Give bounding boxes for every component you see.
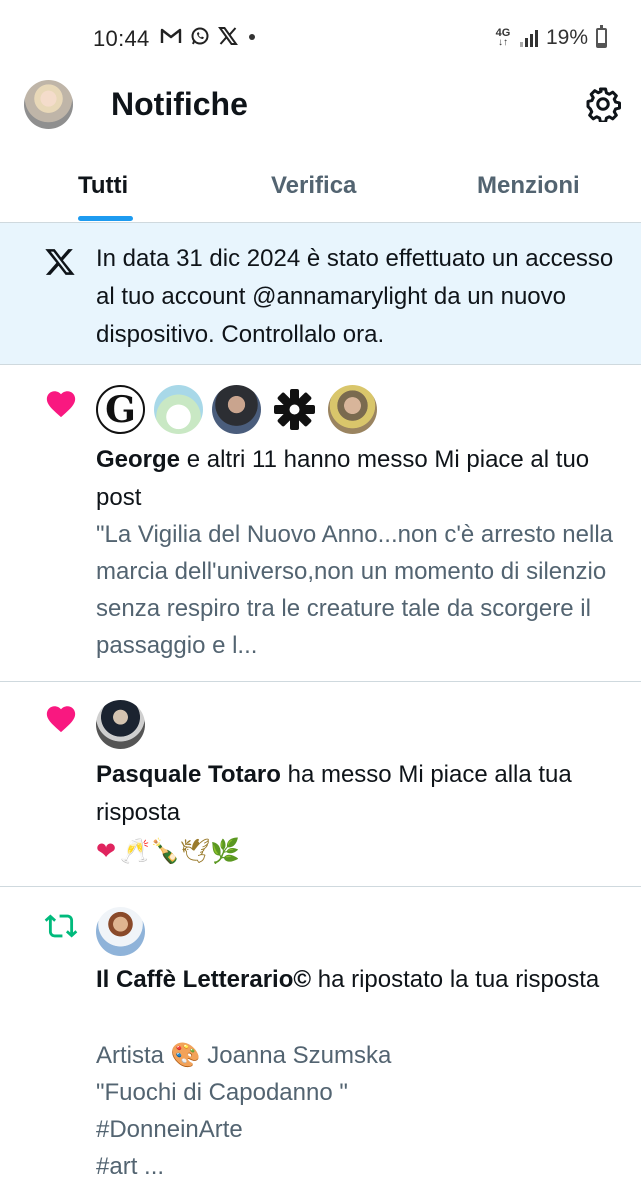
battery-icon bbox=[596, 25, 607, 48]
notification-tabs: Tutti Verifica Menzioni bbox=[0, 160, 641, 223]
avatar[interactable] bbox=[212, 385, 261, 434]
avatar[interactable] bbox=[96, 907, 145, 956]
actor-name[interactable]: Pasquale Totaro bbox=[96, 761, 281, 788]
notification-item[interactable]: Pasquale Totaro ha messo Mi piace alla t… bbox=[0, 682, 641, 887]
avatar[interactable]: G bbox=[96, 385, 145, 434]
tab-tutti[interactable]: Tutti bbox=[78, 172, 128, 200]
preview-line: Artista 🎨 Joanna Szumska bbox=[96, 1042, 392, 1069]
profile-avatar[interactable] bbox=[24, 80, 73, 129]
avatar[interactable] bbox=[328, 385, 377, 434]
preview-line: #DonneinArte bbox=[96, 1116, 243, 1143]
action-text: ha ripostato la tua risposta bbox=[311, 966, 600, 993]
battery-percent: 19% bbox=[545, 26, 588, 49]
status-time: 10:44 bbox=[93, 26, 150, 51]
app-header: Notifiche bbox=[0, 78, 641, 134]
notification-item[interactable]: G George e altri 11 hanno messo Mi piace… bbox=[0, 365, 641, 682]
banner-text: In data 31 dic 2024 è stato effettuato u… bbox=[96, 245, 614, 348]
preview-line: #art ... bbox=[96, 1153, 165, 1180]
active-tab-indicator bbox=[78, 216, 133, 221]
whatsapp-icon bbox=[191, 27, 209, 45]
actor-name[interactable]: George bbox=[96, 446, 180, 473]
gmail-icon bbox=[160, 28, 182, 43]
avatar[interactable] bbox=[270, 385, 319, 434]
reply-emojis: ❤ 🥂🍾🕊🌿 bbox=[96, 832, 240, 870]
tab-menzioni[interactable]: Menzioni bbox=[477, 172, 580, 200]
reposter-avatars bbox=[96, 907, 145, 956]
tab-verifica[interactable]: Verifica bbox=[271, 172, 356, 200]
x-logo-icon bbox=[45, 249, 75, 275]
post-preview: "La Vigilia del Nuovo Anno...non c'è arr… bbox=[96, 521, 613, 659]
avatar[interactable] bbox=[96, 700, 145, 749]
settings-gear-icon[interactable] bbox=[585, 86, 621, 122]
preview-line: "Fuochi di Capodanno " bbox=[96, 1079, 348, 1106]
notification-text: Il Caffè Letterario© ha ripostato la tua… bbox=[96, 961, 621, 999]
signal-icon bbox=[519, 29, 538, 47]
notification-item[interactable]: Il Caffè Letterario© ha ripostato la tua… bbox=[0, 887, 641, 1200]
flower-logo-icon bbox=[274, 389, 315, 430]
status-bar: 10:44 4G ↓↑ 19% bbox=[0, 0, 641, 78]
avatar[interactable] bbox=[154, 385, 203, 434]
security-login-banner[interactable]: In data 31 dic 2024 è stato effettuato u… bbox=[0, 223, 641, 365]
celebration-emojis: 🥂🍾🕊🌿 bbox=[120, 837, 241, 865]
heart-emoji: ❤ bbox=[96, 837, 117, 865]
heart-like-icon bbox=[46, 706, 76, 733]
x-icon bbox=[218, 27, 238, 45]
liker-avatars bbox=[96, 700, 145, 749]
notification-text: Pasquale Totaro ha messo Mi piace alla t… bbox=[96, 756, 621, 832]
heart-like-icon bbox=[46, 391, 76, 418]
post-preview: Artista 🎨 Joanna Szumska "Fuochi di Capo… bbox=[96, 1037, 621, 1185]
notification-dot-icon bbox=[249, 34, 255, 40]
status-app-icons bbox=[160, 26, 258, 46]
liker-avatars: G bbox=[96, 385, 377, 434]
repost-icon bbox=[44, 914, 78, 938]
network-type: 4G ↓↑ bbox=[495, 27, 511, 48]
actor-name[interactable]: Il Caffè Letterario© bbox=[96, 966, 311, 993]
page-title: Notifiche bbox=[111, 86, 248, 122]
status-right: 4G ↓↑ 19% bbox=[494, 25, 607, 50]
notification-text: George e altri 11 hanno messo Mi piace a… bbox=[96, 441, 621, 517]
